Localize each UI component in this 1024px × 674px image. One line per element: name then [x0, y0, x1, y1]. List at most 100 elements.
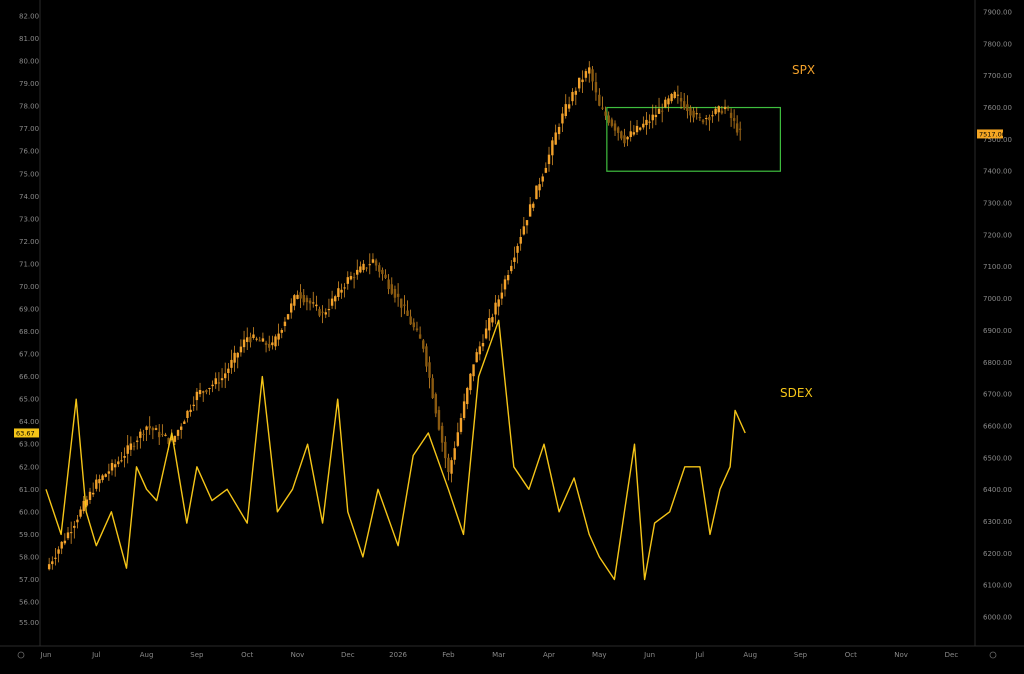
spx-candle[interactable] [422, 340, 425, 349]
spx-candle[interactable] [387, 279, 390, 290]
spx-candle[interactable] [601, 107, 604, 109]
spx-candle[interactable] [554, 132, 557, 145]
spx-candle[interactable] [201, 391, 205, 393]
spx-candle[interactable] [315, 304, 318, 307]
spx-candle[interactable] [581, 79, 584, 83]
spx-candle[interactable] [450, 460, 453, 474]
spx-candle[interactable] [129, 443, 133, 450]
spx-candle[interactable] [217, 382, 221, 384]
spx-candle[interactable] [274, 336, 277, 347]
spx-candle[interactable] [642, 123, 645, 128]
spx-candle[interactable] [120, 460, 123, 462]
spx-candle[interactable] [598, 94, 601, 106]
spx-candle[interactable] [192, 404, 195, 407]
spx-candle[interactable] [532, 203, 535, 208]
spx-candle[interactable] [412, 322, 416, 328]
spx-candle[interactable] [113, 464, 117, 468]
spx-candle[interactable] [296, 294, 299, 299]
spx-candle[interactable] [635, 125, 639, 133]
spx-candle[interactable] [406, 310, 409, 316]
spx-candle[interactable] [629, 131, 632, 137]
spx-candle[interactable] [69, 532, 73, 534]
spx-candle[interactable] [564, 104, 567, 117]
spx-candle[interactable] [148, 425, 151, 429]
spx-candle[interactable] [472, 364, 475, 377]
spx-candle[interactable] [638, 127, 642, 130]
spx-candle[interactable] [47, 564, 51, 570]
spx-candle[interactable] [494, 302, 497, 315]
spx-candle[interactable] [484, 328, 488, 339]
spx-candle[interactable] [356, 269, 359, 275]
spx-candle[interactable] [400, 298, 403, 308]
spx-candle[interactable] [195, 391, 199, 401]
spx-candle[interactable] [393, 289, 397, 298]
spx-candle[interactable] [220, 378, 224, 381]
spx-candle[interactable] [651, 114, 654, 121]
spx-candle[interactable] [654, 114, 658, 118]
spx-candle[interactable] [626, 136, 629, 140]
spx-candle[interactable] [390, 284, 394, 294]
spx-candle[interactable] [616, 127, 620, 133]
spx-candle[interactable] [664, 99, 667, 108]
spx-candle[interactable] [500, 292, 504, 299]
spx-candle[interactable] [157, 431, 161, 438]
spx-candle[interactable] [535, 185, 538, 200]
spx-candle[interactable] [571, 91, 574, 102]
spx-candle[interactable] [359, 266, 362, 273]
spx-candle[interactable] [337, 288, 340, 297]
spx-candle[interactable] [302, 294, 305, 303]
spx-candle[interactable] [176, 430, 180, 436]
spx-candle[interactable] [318, 308, 321, 316]
spx-candle[interactable] [679, 97, 683, 102]
spx-candle[interactable] [378, 265, 381, 272]
spx-candle[interactable] [726, 107, 730, 109]
spx-candle[interactable] [415, 328, 419, 331]
spx-candle[interactable] [161, 433, 164, 435]
spx-candle[interactable] [738, 128, 742, 130]
spx-candle[interactable] [497, 299, 500, 307]
spx-candle[interactable] [268, 343, 271, 348]
spx-candle[interactable] [271, 342, 274, 346]
spx-candle[interactable] [57, 549, 60, 554]
spx-candle[interactable] [695, 113, 698, 115]
spx-candle[interactable] [481, 342, 485, 347]
spx-candle[interactable] [230, 359, 233, 368]
spx-candle[interactable] [475, 352, 478, 363]
spx-candle[interactable] [645, 119, 648, 126]
spx-candle[interactable] [142, 433, 145, 435]
spx-candle[interactable] [179, 426, 183, 430]
spx-candle[interactable] [584, 71, 588, 78]
spx-candle[interactable] [440, 425, 444, 443]
spx-candle[interactable] [567, 104, 571, 109]
spx-candle[interactable] [293, 295, 296, 306]
spx-candle[interactable] [98, 479, 101, 484]
chart-canvas[interactable]: 57.00 58.00 59.00 60.00 61.00 62.00 63.00 64.00… [0, 0, 1024, 674]
spx-candle[interactable] [544, 167, 548, 173]
spx-candle[interactable] [88, 491, 92, 500]
spx-candle[interactable] [352, 277, 356, 279]
spx-candle[interactable] [704, 118, 708, 120]
spx-candle[interactable] [462, 401, 466, 418]
spx-candle[interactable] [73, 525, 76, 528]
spx-candle[interactable] [519, 236, 522, 244]
spx-candle[interactable] [667, 98, 670, 105]
spx-candle[interactable] [418, 334, 422, 339]
spx-candle[interactable] [613, 123, 617, 131]
spx-candle[interactable] [729, 112, 733, 119]
spx-candle[interactable] [469, 373, 472, 391]
spx-candle[interactable] [63, 540, 67, 544]
spx-candle[interactable] [453, 448, 456, 460]
spx-candle[interactable] [561, 113, 564, 124]
spx-candle[interactable] [223, 373, 227, 379]
spx-candle[interactable] [214, 378, 217, 385]
spx-candle[interactable] [403, 304, 406, 306]
spx-candle[interactable] [708, 117, 711, 121]
spx-candle[interactable] [466, 387, 469, 405]
spx-candle[interactable] [701, 120, 705, 123]
spx-candle[interactable] [208, 388, 211, 390]
spx-candle[interactable] [249, 336, 252, 343]
spx-candle[interactable] [349, 276, 353, 280]
spx-candle[interactable] [516, 246, 519, 253]
spx-candle[interactable] [205, 390, 208, 393]
spx-candle[interactable] [186, 410, 189, 418]
